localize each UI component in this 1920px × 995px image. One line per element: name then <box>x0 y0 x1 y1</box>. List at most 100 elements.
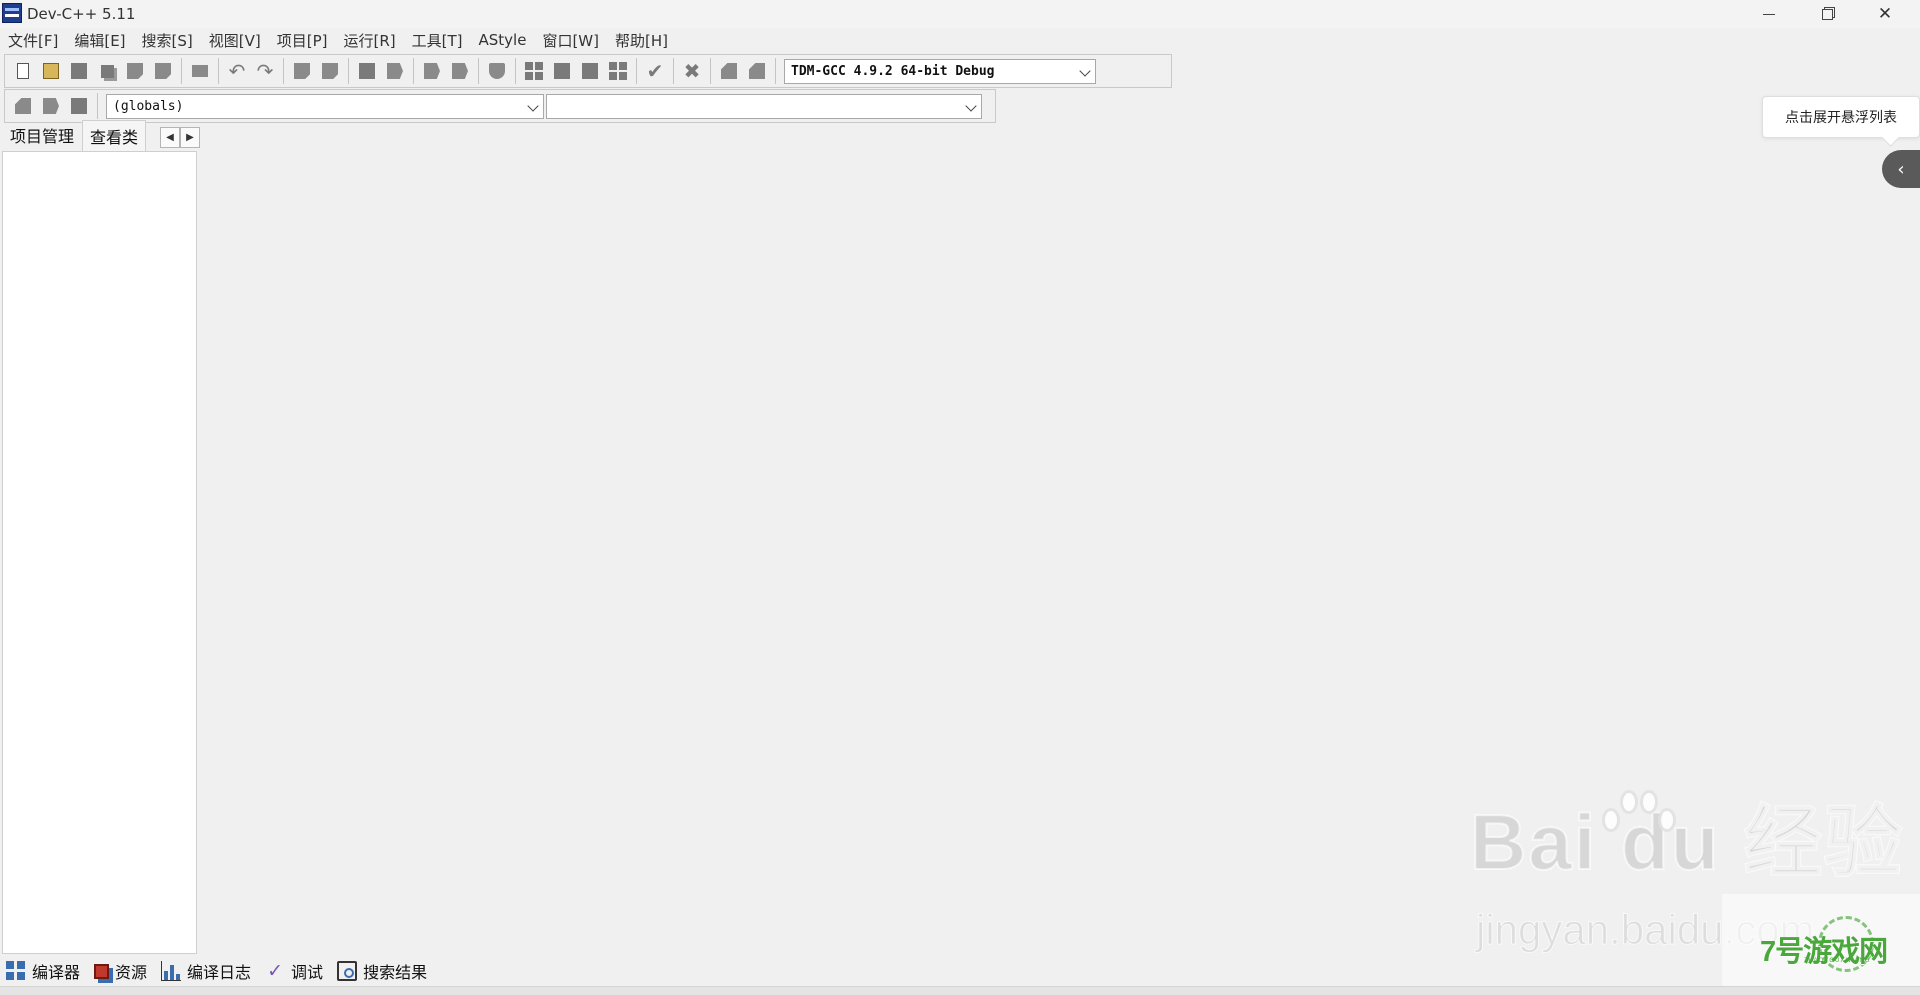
delete-profile-button[interactable] <box>744 58 770 84</box>
status-bar <box>0 986 1920 995</box>
toolbar-separator <box>283 58 284 84</box>
class-browser-panel[interactable] <box>2 151 197 954</box>
bookmark-icon <box>489 63 505 79</box>
menu-file[interactable]: 文件[F] <box>2 30 64 51</box>
unindent-icon <box>452 63 468 79</box>
resources-icon <box>94 963 110 979</box>
stop-x-icon: ✖ <box>683 59 701 83</box>
tab-project-manager[interactable]: 项目管理 <box>2 119 82 151</box>
goto-line-icon <box>387 63 403 79</box>
compile-run-button[interactable] <box>577 58 603 84</box>
run-icon <box>554 63 570 79</box>
toolbar-separator <box>348 58 349 84</box>
redo-button[interactable]: ↷ <box>252 58 278 84</box>
toolbar-separator <box>218 58 219 84</box>
profile-button[interactable] <box>716 58 742 84</box>
toggle-icon <box>71 98 87 114</box>
search-document-icon <box>337 961 358 981</box>
tab-compile-log[interactable]: 编译日志 <box>161 959 251 983</box>
indent-button[interactable] <box>419 58 445 84</box>
toolbar-separator <box>636 58 637 84</box>
compile-run-icon <box>582 63 598 79</box>
tab-search-results[interactable]: 搜索结果 <box>337 959 427 983</box>
menu-edit[interactable]: 编辑[E] <box>68 30 131 51</box>
replace-button[interactable] <box>317 58 343 84</box>
member-select[interactable] <box>546 93 982 119</box>
rebuild-all-button[interactable] <box>605 58 631 84</box>
rebuild-grid-icon <box>609 62 627 80</box>
save-all-button[interactable] <box>94 58 120 84</box>
unindent-button[interactable] <box>447 58 473 84</box>
baidu-watermark: Bai du 经验 <box>1469 797 1905 887</box>
menu-run[interactable]: 运行[R] <box>337 30 401 51</box>
toggle-button[interactable] <box>66 93 92 119</box>
goto-line-button[interactable] <box>382 58 408 84</box>
run-button[interactable] <box>549 58 575 84</box>
indent-icon <box>424 63 440 79</box>
save-icon <box>71 63 87 79</box>
insert-button[interactable] <box>38 93 64 119</box>
toolbar-separator <box>478 58 479 84</box>
chevron-down-icon <box>1079 64 1091 77</box>
menu-astyle[interactable]: AStyle <box>473 31 533 49</box>
close-all-icon <box>155 63 171 79</box>
class-select-value: (globals) <box>113 98 184 114</box>
print-button[interactable] <box>187 58 213 84</box>
floating-list-tooltip: 点击展开悬浮列表 <box>1762 96 1920 138</box>
tab-class-browser[interactable]: 查看类 <box>82 120 147 151</box>
devcpp-app-icon <box>2 3 22 23</box>
menu-view[interactable]: 视图[V] <box>203 30 267 51</box>
tab-resources[interactable]: 资源 <box>94 959 147 983</box>
close-file-button[interactable] <box>122 58 148 84</box>
toggle-breakpoint-button[interactable] <box>484 58 510 84</box>
compiler-select[interactable]: TDM-GCC 4.9.2 64-bit Debug <box>784 58 1096 84</box>
minimize-icon <box>1763 13 1775 15</box>
toolbar-separator <box>515 58 516 84</box>
find-button[interactable] <box>289 58 315 84</box>
new-class-icon <box>15 98 31 114</box>
restore-icon <box>1821 8 1833 20</box>
floating-list-tooltip-text: 点击展开悬浮列表 <box>1785 110 1897 126</box>
print-icon <box>192 65 208 77</box>
check-icon: ✔ <box>646 59 664 83</box>
close-window-button[interactable]: ✕ <box>1856 0 1914 28</box>
floating-list-toggle-button[interactable]: ‹ <box>1882 150 1920 188</box>
tab-compiler[interactable]: 编译器 <box>6 959 80 983</box>
stop-execution-button[interactable]: ✖ <box>679 58 705 84</box>
new-file-button[interactable] <box>10 58 36 84</box>
compile-button[interactable] <box>521 58 547 84</box>
find-next-button[interactable] <box>354 58 380 84</box>
tab-compile-log-label: 编译日志 <box>187 963 252 982</box>
open-file-button[interactable] <box>38 58 64 84</box>
menu-search[interactable]: 搜索[S] <box>136 30 199 51</box>
close-all-button[interactable] <box>150 58 176 84</box>
save-button[interactable] <box>66 58 92 84</box>
redo-icon: ↷ <box>256 59 274 83</box>
check-icon: ✓ <box>267 960 283 982</box>
menu-window[interactable]: 窗口[W] <box>536 30 605 51</box>
undo-button[interactable]: ↶ <box>224 58 250 84</box>
class-toolbar: (globals) <box>4 89 996 123</box>
menu-help[interactable]: 帮助[H] <box>609 30 674 51</box>
tab-scroll-right-button[interactable]: ▶ <box>180 127 201 148</box>
save-all-icon <box>100 64 114 78</box>
new-class-button[interactable] <box>10 93 36 119</box>
menu-tools[interactable]: 工具[T] <box>406 30 469 51</box>
close-file-icon <box>127 63 143 79</box>
tab-debug-label: 调试 <box>291 963 324 982</box>
menu-project[interactable]: 项目[P] <box>271 30 334 51</box>
tab-debug[interactable]: ✓ 调试 <box>265 959 323 983</box>
bottom-tabs: 编译器 资源 编译日志 ✓ 调试 搜索结果 <box>0 956 1920 986</box>
restore-button[interactable] <box>1798 0 1856 28</box>
undo-icon: ↶ <box>228 59 246 83</box>
minimize-button[interactable] <box>1740 0 1798 28</box>
toolbar-separator <box>775 58 776 84</box>
window-title: Dev-C++ 5.11 <box>27 5 136 23</box>
class-select[interactable]: (globals) <box>106 93 544 119</box>
bar-chart-icon <box>161 961 182 981</box>
tab-scroll-left-button[interactable]: ◀ <box>160 127 181 148</box>
toolbar-separator <box>673 58 674 84</box>
syntax-check-button[interactable]: ✔ <box>642 58 668 84</box>
compiler-grid-icon <box>6 961 26 981</box>
chevron-down-icon <box>527 99 539 112</box>
